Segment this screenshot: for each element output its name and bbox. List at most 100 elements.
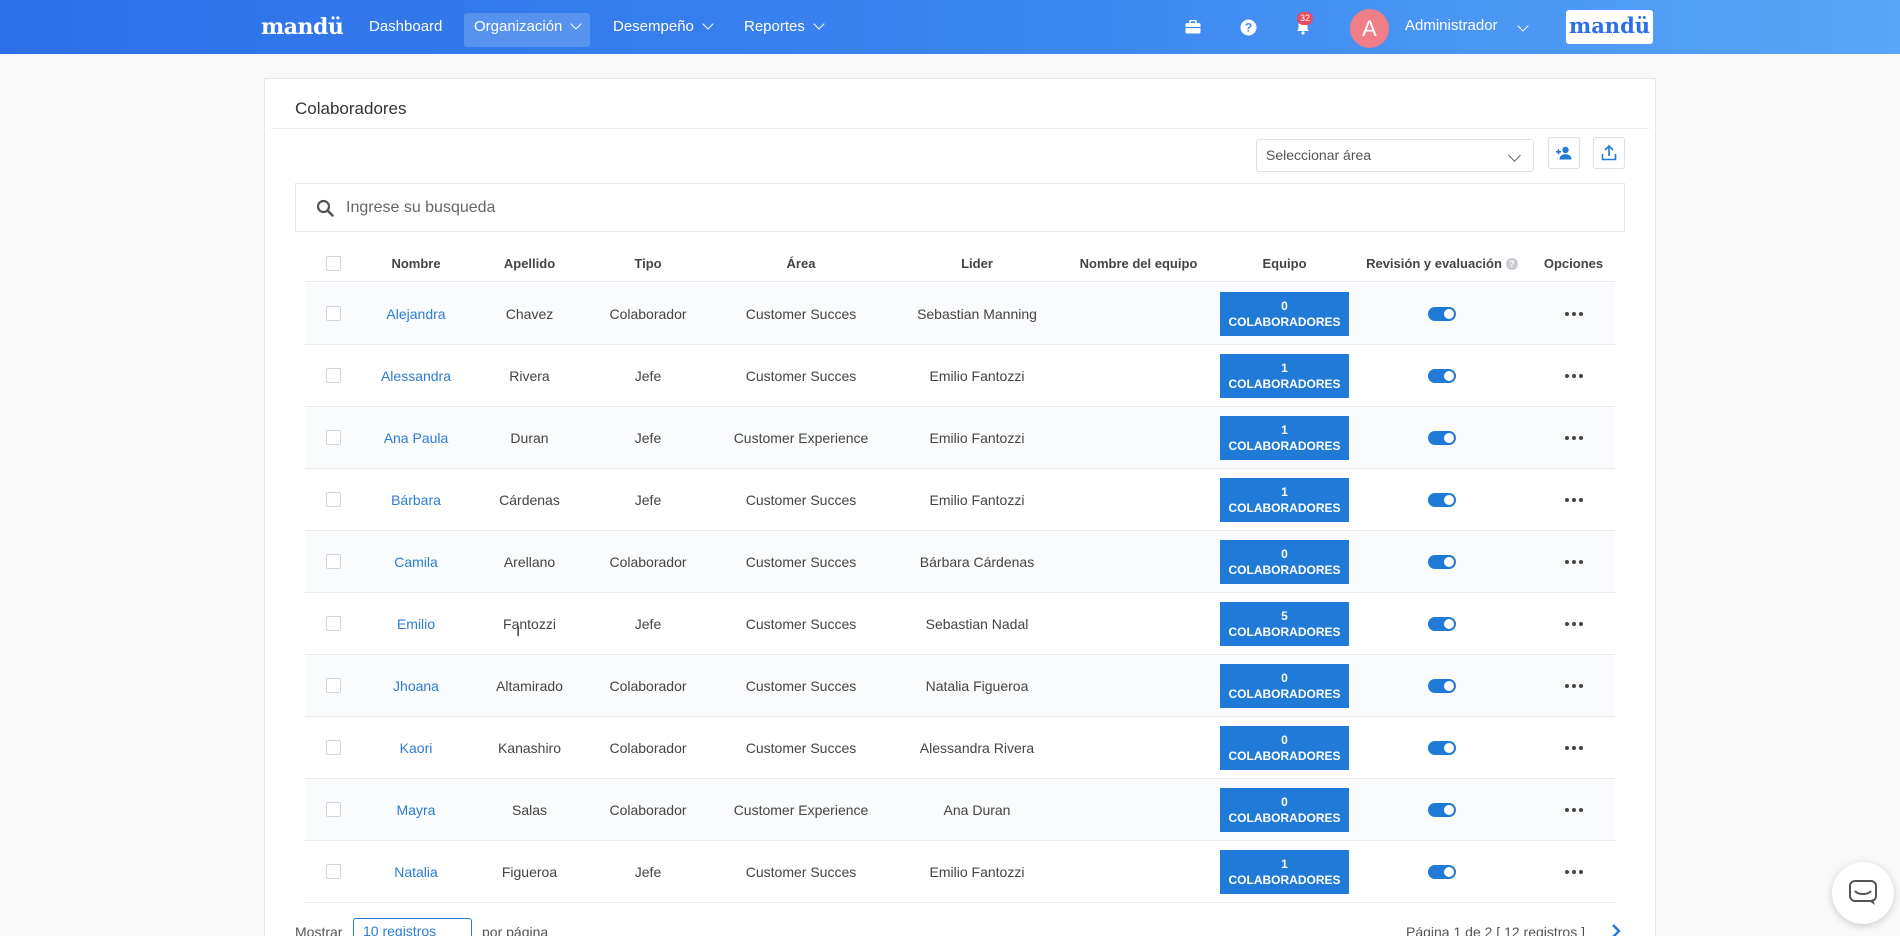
team-unit-label: COLABORADORES <box>1228 810 1341 825</box>
revision-toggle[interactable] <box>1428 430 1456 445</box>
row-nombre-link[interactable]: Alessandra <box>381 368 451 384</box>
revision-toggle[interactable] <box>1428 802 1456 817</box>
add-user-icon <box>1556 146 1572 160</box>
row-area: Customer Succes <box>745 615 857 632</box>
col-apellido[interactable]: Apellido <box>471 246 588 281</box>
next-page-icon[interactable] <box>1610 924 1622 936</box>
row-nombre-link[interactable]: Ana Paula <box>384 430 449 446</box>
notification-count-badge: 32 <box>1297 12 1314 25</box>
row-area: Customer Succes <box>745 677 857 694</box>
revision-toggle[interactable] <box>1428 368 1456 383</box>
row-checkbox[interactable] <box>325 864 341 879</box>
more-options-icon[interactable] <box>1564 621 1583 626</box>
row-checkbox[interactable] <box>325 554 341 569</box>
more-options-icon[interactable] <box>1564 497 1583 502</box>
team-count-button[interactable]: 1 COLABORADORES <box>1220 477 1349 522</box>
add-user-button[interactable] <box>1548 137 1580 169</box>
revision-toggle[interactable] <box>1428 554 1456 569</box>
col-lider[interactable]: Lider <box>894 246 1060 281</box>
row-select-cell <box>305 407 361 468</box>
row-equipo-cell: 1 COLABORADORES <box>1217 841 1352 902</box>
team-count-button[interactable]: 1 COLABORADORES <box>1220 415 1349 460</box>
chat-icon <box>1849 880 1877 905</box>
more-options-icon[interactable] <box>1564 311 1583 316</box>
row-options-cell <box>1532 717 1615 778</box>
row-checkbox[interactable] <box>325 306 341 321</box>
search-input[interactable] <box>346 194 1546 222</box>
info-icon[interactable]: ? <box>1505 257 1518 270</box>
company-logo: mandü <box>1566 10 1653 44</box>
team-unit-label: COLABORADORES <box>1228 686 1341 701</box>
row-checkbox[interactable] <box>325 430 341 445</box>
export-button[interactable] <box>1593 137 1625 169</box>
row-checkbox[interactable] <box>325 678 341 693</box>
revision-toggle[interactable] <box>1428 864 1456 879</box>
team-count-button[interactable]: 0 COLABORADORES <box>1220 725 1349 770</box>
chevron-down-icon[interactable] <box>1517 20 1529 32</box>
chat-widget-button[interactable] <box>1832 862 1894 924</box>
more-options-icon[interactable] <box>1564 745 1583 750</box>
more-options-icon[interactable] <box>1564 683 1583 688</box>
briefcase-icon[interactable] <box>1181 15 1205 39</box>
nav-organizacion[interactable]: Organización <box>464 13 591 47</box>
more-options-icon[interactable] <box>1564 435 1583 440</box>
team-count-button[interactable]: 0 COLABORADORES <box>1220 787 1349 832</box>
row-nombre-link[interactable]: Emilio <box>397 616 435 632</box>
avatar[interactable]: A <box>1350 9 1389 48</box>
row-options-cell <box>1532 531 1615 592</box>
nav-desempeno[interactable]: Desempeño <box>603 13 722 47</box>
row-area: Customer Experience <box>733 429 869 446</box>
nav-dashboard-label: Dashboard <box>369 18 443 35</box>
select-all-checkbox[interactable] <box>325 256 341 271</box>
team-count-button[interactable]: 0 COLABORADORES <box>1220 539 1349 584</box>
per-page-select[interactable]: 10 registros <box>353 918 472 936</box>
row-checkbox[interactable] <box>325 802 341 817</box>
more-options-icon[interactable] <box>1564 559 1583 564</box>
team-count-button[interactable]: 1 COLABORADORES <box>1220 353 1349 398</box>
row-checkbox[interactable] <box>325 740 341 755</box>
col-revision-label[interactable]: Revisión y evaluación <box>1366 256 1502 271</box>
nav-reportes[interactable]: Reportes <box>734 13 833 47</box>
row-nombre-link[interactable]: Kaori <box>400 740 433 756</box>
row-lider: Alessandra Rivera <box>919 739 1035 756</box>
nav-organizacion-label: Organización <box>474 18 563 35</box>
revision-toggle[interactable] <box>1428 492 1456 507</box>
col-nombre-equipo[interactable]: Nombre del equipo <box>1060 246 1217 281</box>
row-nombre-link[interactable]: Jhoana <box>393 678 439 694</box>
area-select[interactable]: Seleccionar área <box>1256 139 1534 172</box>
team-count-button[interactable]: 0 COLABORADORES <box>1220 663 1349 708</box>
row-checkbox[interactable] <box>325 616 341 631</box>
row-nombre-link[interactable]: Natalia <box>394 864 438 880</box>
row-nombre-equipo <box>1060 841 1217 902</box>
revision-toggle[interactable] <box>1428 616 1456 631</box>
team-count-button[interactable]: 1 COLABORADORES <box>1220 849 1349 894</box>
row-nombre-link[interactable]: Bárbara <box>391 492 441 508</box>
col-nombre[interactable]: Nombre <box>361 246 471 281</box>
team-count-button[interactable]: 0 COLABORADORES <box>1220 291 1349 336</box>
row-equipo-cell: 1 COLABORADORES <box>1217 345 1352 406</box>
col-equipo[interactable]: Equipo <box>1217 246 1352 281</box>
row-nombre-equipo <box>1060 407 1217 468</box>
more-options-icon[interactable] <box>1564 807 1583 812</box>
revision-toggle[interactable] <box>1428 678 1456 693</box>
more-options-icon[interactable] <box>1564 373 1583 378</box>
col-tipo[interactable]: Tipo <box>588 246 708 281</box>
col-area[interactable]: Área <box>708 246 894 281</box>
revision-toggle[interactable] <box>1428 306 1456 321</box>
row-nombre-link[interactable]: Alejandra <box>386 306 445 322</box>
revision-toggle[interactable] <box>1428 740 1456 755</box>
user-name[interactable]: Administrador <box>1405 17 1498 34</box>
team-count: 0 <box>1281 670 1288 685</box>
row-apellido: Altamirado <box>496 677 563 694</box>
row-checkbox[interactable] <box>325 368 341 383</box>
brand-logo[interactable]: mandü <box>261 14 344 40</box>
more-options-icon[interactable] <box>1564 869 1583 874</box>
nav-dashboard[interactable]: Dashboard <box>359 13 452 47</box>
team-count-button[interactable]: 5 COLABORADORES <box>1220 601 1349 646</box>
help-icon[interactable]: ? <box>1236 15 1260 39</box>
row-checkbox[interactable] <box>325 492 341 507</box>
row-tipo: Jefe <box>634 367 662 384</box>
row-nombre-link[interactable]: Camila <box>394 554 438 570</box>
row-tipo: Colaborador <box>609 305 687 322</box>
row-nombre-link[interactable]: Mayra <box>397 802 436 818</box>
